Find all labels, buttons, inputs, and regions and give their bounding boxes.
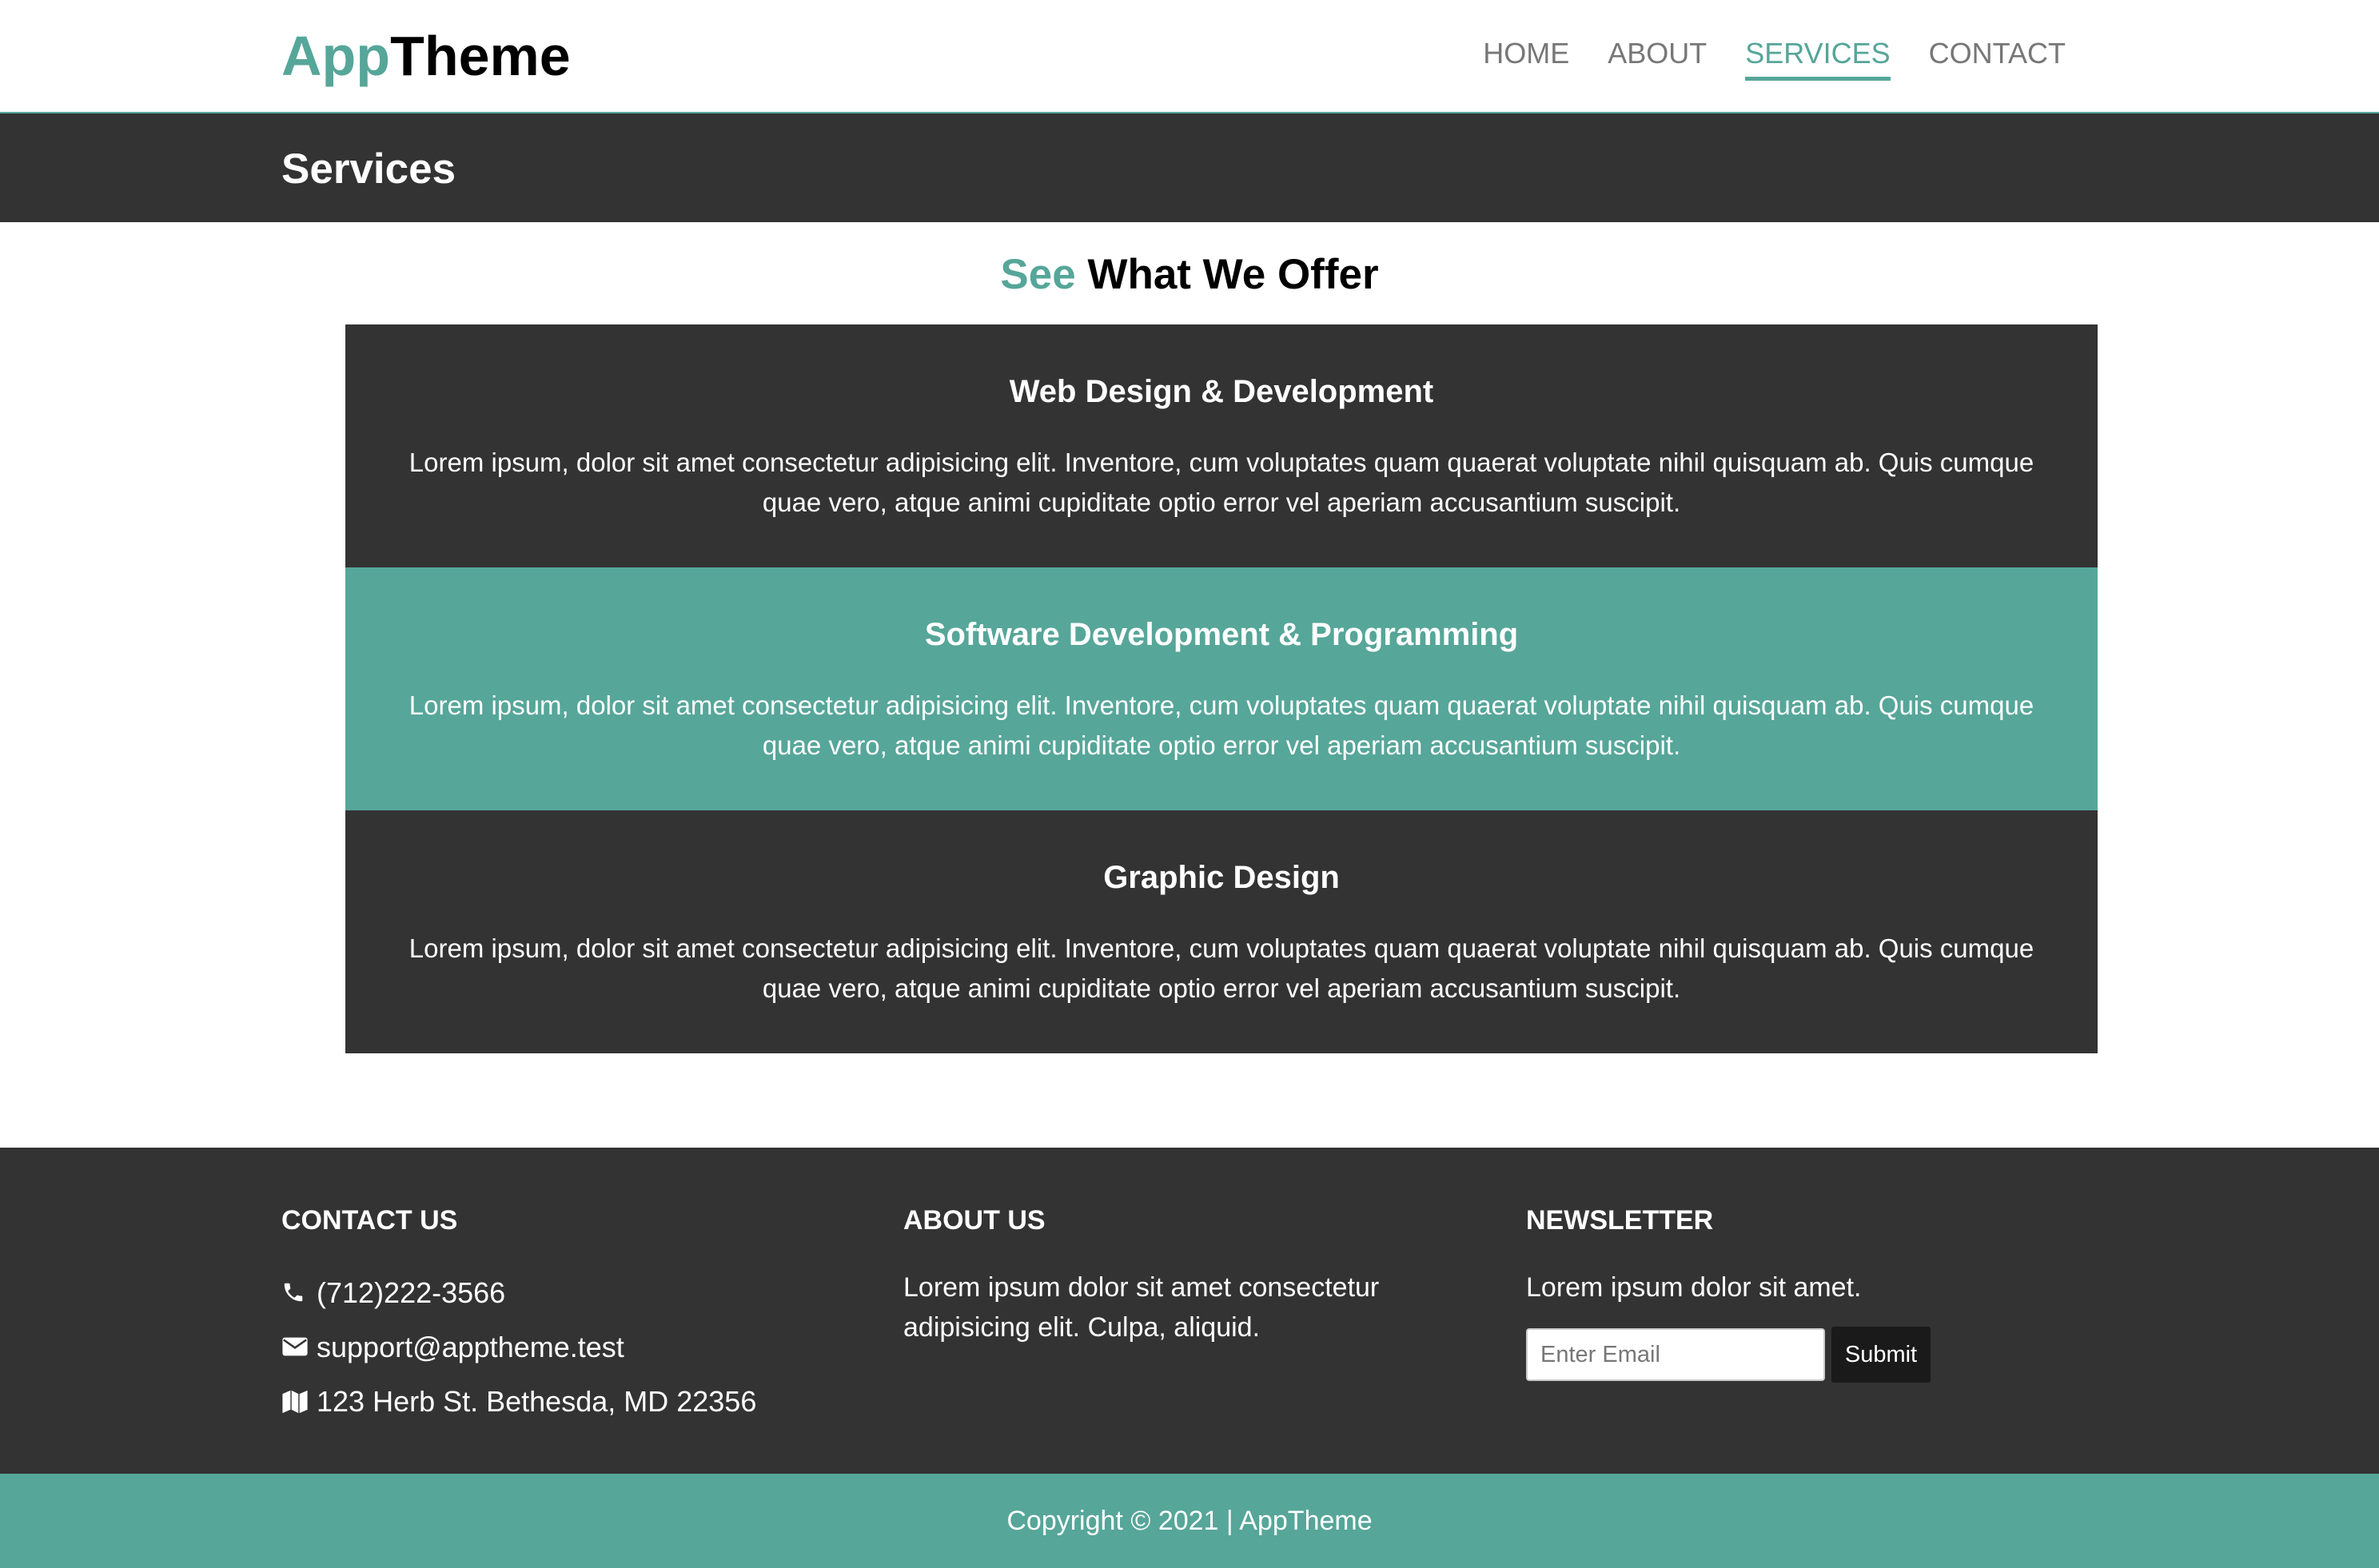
logo-accent: App	[281, 25, 391, 87]
newsletter-submit-button[interactable]: Submit	[1831, 1327, 1931, 1383]
copyright-bar: Copyright © 2021 | AppTheme	[0, 1474, 2379, 1568]
site-header: AppTheme HOME ABOUT SERVICES CONTACT	[0, 0, 2379, 113]
section-heading-main: What We Offer	[1087, 251, 1379, 298]
footer-newsletter-text: Lorem ipsum dolor sit amet.	[1526, 1272, 1862, 1303]
services-list: Web Design & Development Lorem ipsum, do…	[345, 324, 2098, 1053]
service-title: Web Design & Development	[1009, 374, 1434, 409]
service-card-web-design: Web Design & Development Lorem ipsum, do…	[345, 324, 2098, 567]
nav-about[interactable]: ABOUT	[1608, 35, 1707, 81]
contact-address: 123 Herb St. Bethesda, MD 22356	[281, 1384, 841, 1419]
service-title: Graphic Design	[1103, 860, 1340, 895]
newsletter-form: Submit	[1526, 1327, 2086, 1383]
section-heading-accent: See	[1000, 251, 1076, 298]
page-title: Services	[281, 145, 456, 193]
footer-about: ABOUT US Lorem ipsum dolor sit amet cons…	[903, 1204, 1463, 1347]
map-icon	[281, 1387, 310, 1416]
contact-email: support@apptheme.test	[281, 1330, 841, 1365]
phone-icon	[281, 1279, 310, 1307]
service-card-software-development: Software Development & Programming Lorem…	[345, 567, 2098, 810]
footer-contact-heading: CONTACT US	[281, 1205, 458, 1236]
service-description: Lorem ipsum, dolor sit amet consectetur …	[408, 448, 2034, 517]
contact-phone: (712)222-3566	[281, 1275, 841, 1311]
logo-main: Theme	[390, 25, 571, 87]
page-title-bar: Services	[0, 113, 2379, 222]
section-heading: See What We Offer	[0, 249, 2379, 300]
copyright-text: Copyright © 2021 | AppTheme	[1006, 1506, 1373, 1536]
footer-about-heading: ABOUT US	[903, 1205, 1046, 1236]
contact-address-text: 123 Herb St. Bethesda, MD 22356	[317, 1385, 757, 1418]
site-logo[interactable]: AppTheme	[281, 22, 571, 90]
contact-email-text: support@apptheme.test	[317, 1331, 624, 1363]
footer-contact: CONTACT US (712)222-3566 support@appthem…	[281, 1204, 841, 1419]
contact-phone-text: (712)222-3566	[317, 1276, 506, 1309]
nav-services[interactable]: SERVICES	[1745, 35, 1891, 81]
footer-newsletter-heading: NEWSLETTER	[1526, 1205, 1714, 1236]
service-card-graphic-design: Graphic Design Lorem ipsum, dolor sit am…	[345, 810, 2098, 1053]
services-section: See What We Offer Web Design & Developme…	[0, 249, 2379, 1053]
service-description: Lorem ipsum, dolor sit amet consectetur …	[408, 933, 2034, 1003]
service-title: Software Development & Programming	[924, 617, 1519, 652]
service-description: Lorem ipsum, dolor sit amet consectetur …	[408, 690, 2034, 760]
nav-contact[interactable]: CONTACT	[1929, 35, 2066, 81]
envelope-icon	[281, 1333, 310, 1362]
nav-home[interactable]: HOME	[1483, 35, 1569, 81]
main-nav: HOME ABOUT SERVICES CONTACT	[1483, 35, 2066, 81]
site-footer: CONTACT US (712)222-3566 support@appthem…	[0, 1148, 2379, 1474]
newsletter-email-input[interactable]	[1526, 1328, 1825, 1381]
footer-about-text: Lorem ipsum dolor sit amet consectetur a…	[903, 1272, 1380, 1343]
footer-newsletter: NEWSLETTER Lorem ipsum dolor sit amet. S…	[1526, 1204, 2086, 1383]
